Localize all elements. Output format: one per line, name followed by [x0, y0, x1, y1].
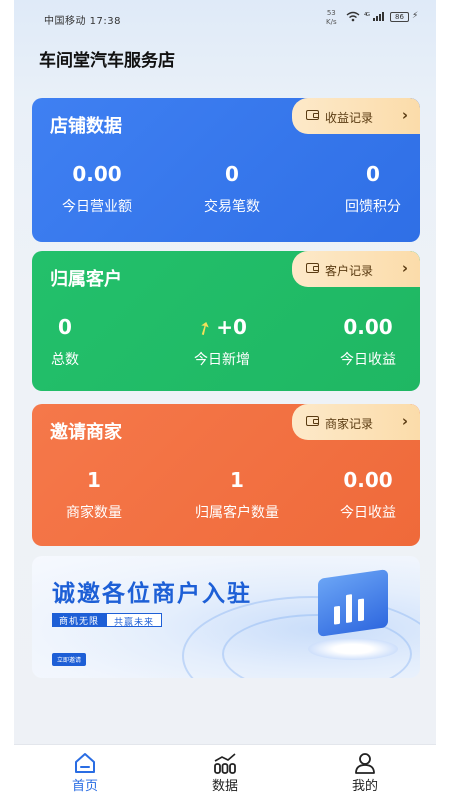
customer-record-label: 客户记录	[325, 264, 374, 278]
stat-value: ➚+0	[192, 315, 247, 342]
stat-label: 商家数量	[66, 505, 122, 521]
signal-icon: 4G	[364, 11, 386, 25]
app-screen: 中国移动 17:38 53 K/s 4G 86 ⚡ 车间堂汽车服务店 店铺数据 收…	[14, 0, 436, 800]
chevron-right-icon: ›	[401, 412, 408, 430]
store-data-card: 店铺数据 收益记录 › 0.00 今日营业额 0 交易笔数 0 回馈积分	[32, 98, 420, 242]
user-icon	[330, 751, 400, 775]
stat-label: 回馈积分	[345, 199, 401, 215]
stat-value: 1	[87, 468, 101, 492]
stat-label: 今日收益	[340, 505, 396, 521]
battery-icon: 86	[390, 12, 409, 22]
arrow-up-icon: ➚	[192, 315, 217, 342]
stat-value: 0.00	[343, 468, 393, 492]
page-title: 车间堂汽车服务店	[39, 51, 175, 71]
merchant-card: 邀请商家 商家记录 › 1 商家数量 1 归属客户数量 0.00 今日收益	[32, 404, 420, 546]
wallet-icon	[306, 416, 319, 426]
invite-now-button[interactable]: 立即邀请	[52, 653, 87, 666]
device-base	[308, 638, 398, 660]
stat-value: 0	[366, 162, 380, 186]
chevron-right-icon: ›	[401, 106, 408, 124]
dashboard-illustration-icon	[318, 569, 388, 637]
tab-home[interactable]: 首页	[50, 751, 120, 794]
tab-data[interactable]: 数据	[190, 751, 260, 794]
stat-value: 1	[230, 468, 244, 492]
banner-tag: 共赢未来	[106, 613, 163, 628]
wifi-icon	[346, 11, 360, 25]
network-speed: 53 K/s	[326, 9, 337, 26]
status-bar: 中国移动 17:38 53 K/s 4G 86 ⚡	[14, 0, 436, 36]
stat-reward-points[interactable]: 0 回馈积分	[308, 162, 420, 216]
stat-total[interactable]: 0 总数	[32, 315, 98, 369]
carrier-time: 中国移动 17:38	[44, 16, 121, 27]
stat-value: 0.00	[72, 162, 122, 186]
stat-value: 0.00	[343, 315, 393, 339]
stat-new-today[interactable]: ➚+0 今日新增	[162, 315, 282, 369]
tab-label: 首页	[71, 779, 98, 794]
stat-merchant-customers[interactable]: 1 归属客户数量	[172, 468, 302, 522]
stat-value: 0	[58, 315, 72, 339]
charging-icon: ⚡	[412, 11, 419, 21]
merchant-record-button[interactable]: 商家记录 ›	[292, 404, 420, 440]
tab-label: 我的	[351, 779, 378, 794]
stat-label: 总数	[51, 352, 79, 368]
tab-profile[interactable]: 我的	[330, 751, 400, 794]
tab-label: 数据	[211, 779, 238, 794]
banner-tags: 商机无限 共赢未来	[52, 613, 163, 628]
merchant-card-title: 邀请商家	[50, 422, 122, 443]
wallet-icon	[306, 110, 319, 120]
merchant-record-label: 商家记录	[325, 417, 374, 431]
stat-label: 今日新增	[194, 352, 250, 368]
stat-transactions[interactable]: 0 交易笔数	[167, 162, 297, 216]
income-record-label: 收益记录	[325, 111, 374, 125]
chart-icon	[190, 751, 260, 775]
bottom-tab-bar: 首页 数据 我的	[14, 744, 436, 800]
stat-label: 归属客户数量	[195, 505, 279, 521]
customer-card: 归属客户 客户记录 › 0 总数 ➚+0 今日新增 0.00 今日收益	[32, 251, 420, 391]
banner-title: 诚邀各位商户入驻	[52, 581, 252, 607]
income-record-button[interactable]: 收益记录 ›	[292, 98, 420, 134]
home-icon	[50, 751, 120, 775]
stat-merchant-count[interactable]: 1 商家数量	[32, 468, 156, 522]
stat-label: 交易笔数	[204, 199, 260, 215]
svg-text:4G: 4G	[364, 12, 370, 18]
stat-today-income[interactable]: 0.00 今日收益	[318, 315, 418, 369]
stat-label: 今日营业额	[62, 199, 132, 215]
customer-card-title: 归属客户	[50, 269, 122, 290]
invite-merchant-banner[interactable]: 诚邀各位商户入驻 商机无限 共赢未来 立即邀请	[32, 556, 420, 678]
customer-record-button[interactable]: 客户记录 ›	[292, 251, 420, 287]
stat-today-revenue[interactable]: 0.00 今日营业额	[32, 162, 162, 216]
stat-value: 0	[225, 162, 239, 186]
stat-label: 今日收益	[340, 352, 396, 368]
banner-tag: 商机无限	[52, 613, 107, 627]
chevron-right-icon: ›	[401, 259, 408, 277]
wallet-icon	[306, 263, 319, 273]
store-card-title: 店铺数据	[50, 116, 122, 137]
stat-merchant-income[interactable]: 0.00 今日收益	[318, 468, 418, 522]
